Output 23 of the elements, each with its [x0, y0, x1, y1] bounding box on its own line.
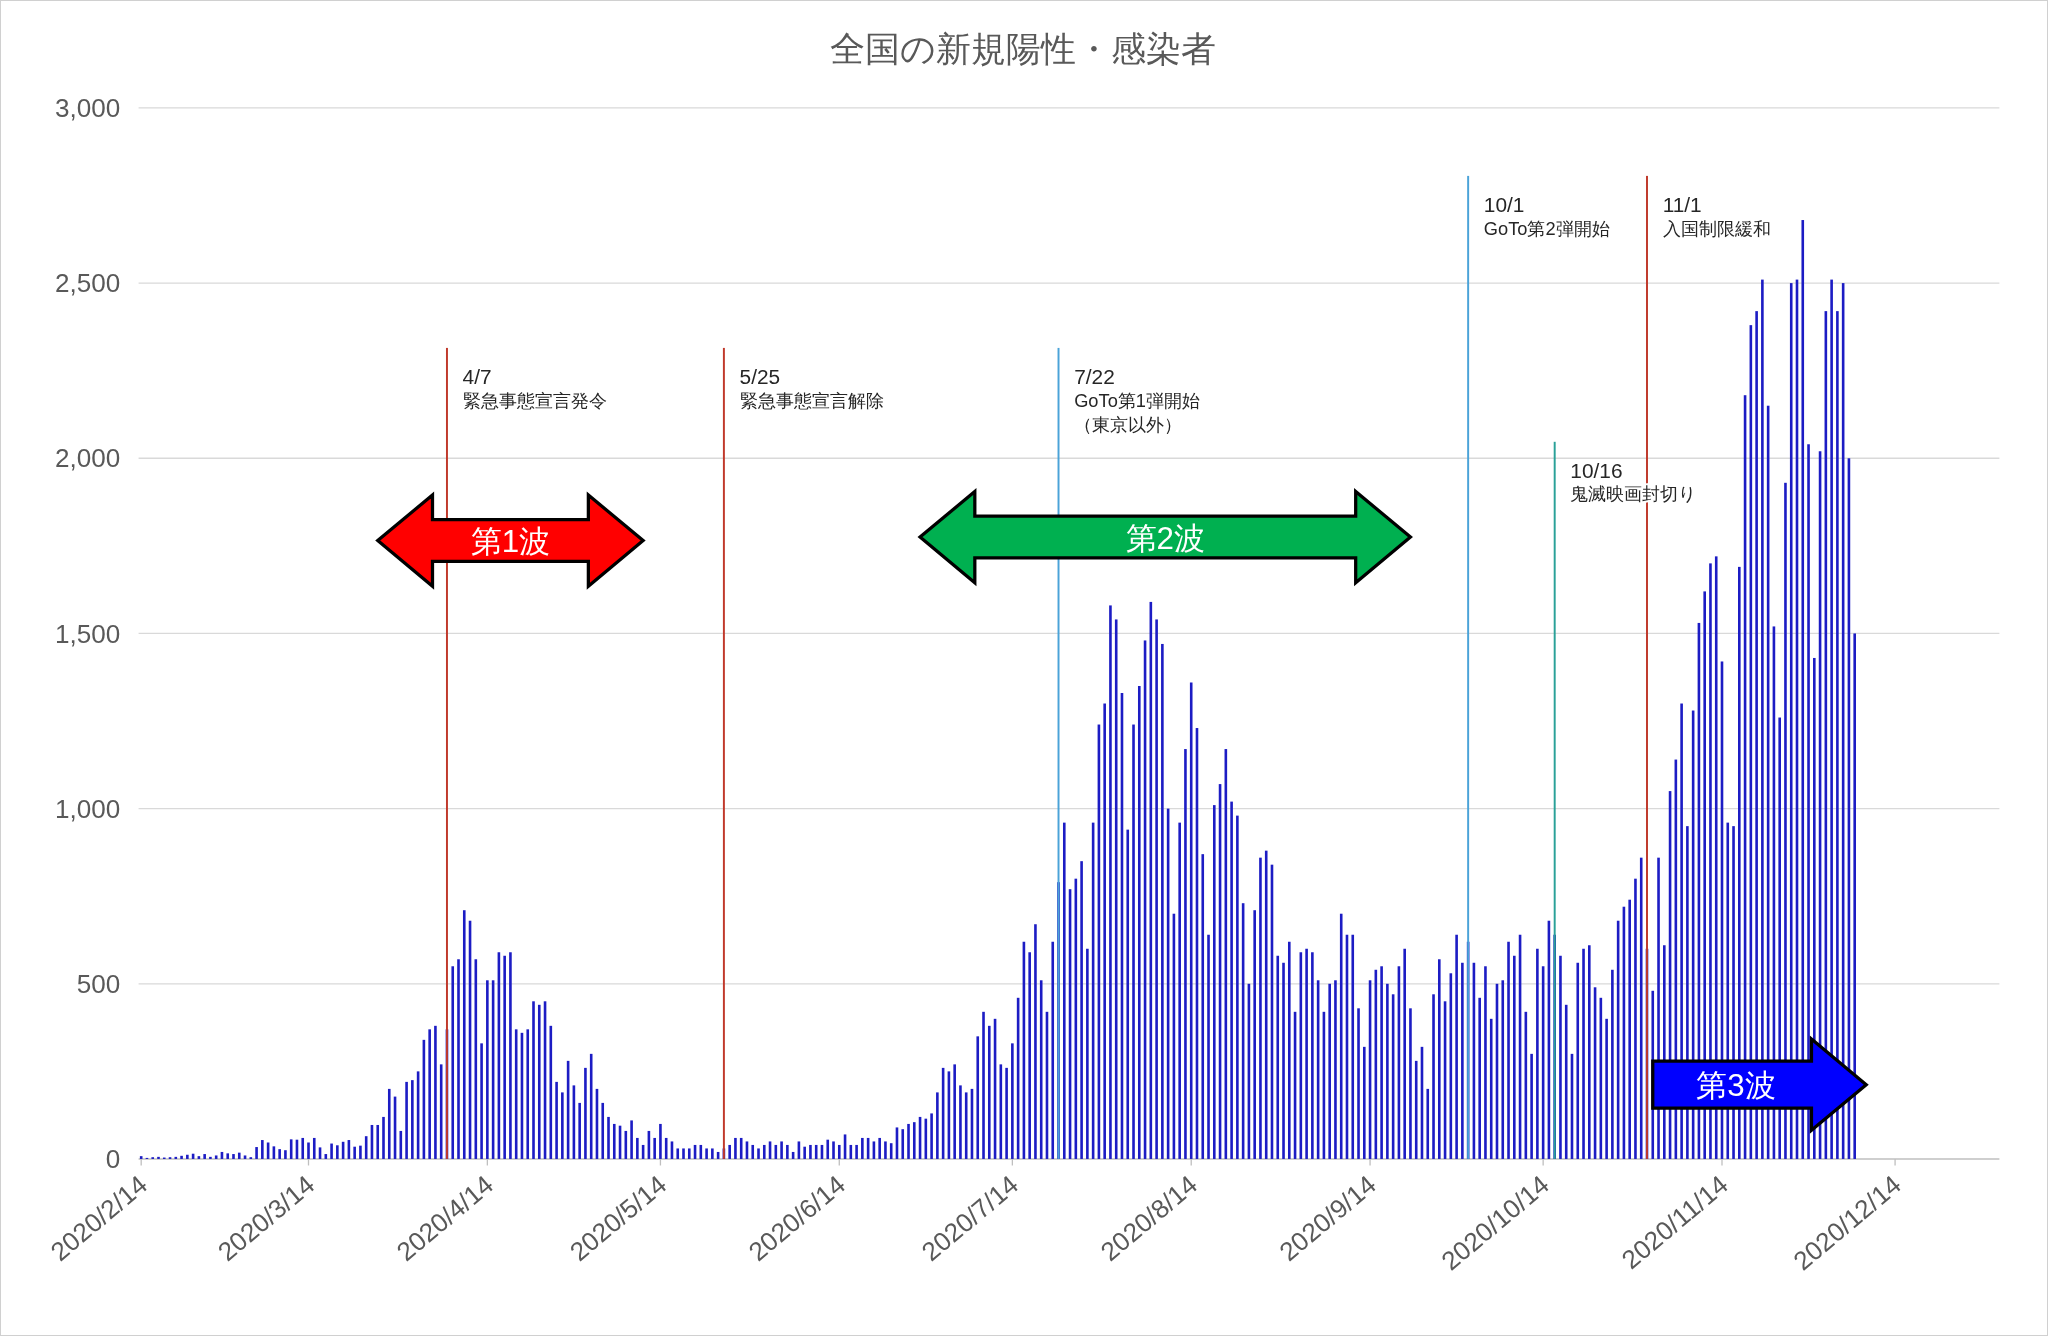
y-axis-label: 2,500	[55, 268, 121, 299]
y-axis-label: 3,000	[55, 93, 121, 124]
annotation-date: 7/22	[1074, 365, 1115, 389]
annotation-text: 緊急事態宣言発令	[462, 389, 607, 411]
annotation-date: 10/1	[1483, 193, 1525, 217]
y-axis-label: 500	[76, 968, 121, 999]
y-axis-label: 1,500	[55, 618, 121, 649]
y-axis-label: 0	[105, 1144, 121, 1175]
annotation-text: GoTo第1弾開始	[1074, 389, 1200, 411]
y-axis-label: 1,000	[55, 793, 121, 824]
annotation-text: （東京以外）	[1074, 414, 1183, 436]
wave-label: 第3波	[1696, 1068, 1776, 1104]
annotation-date: 11/1	[1662, 193, 1702, 217]
annotation-text: GoTo第2弾開始	[1483, 217, 1610, 239]
annotation-date: 10/16	[1570, 459, 1623, 483]
annotation-text: 緊急事態宣言解除	[739, 389, 884, 411]
y-axis-label: 2,000	[55, 443, 121, 474]
wave-label: 第2波	[1125, 520, 1205, 556]
annotation-date: 5/25	[739, 365, 781, 389]
chart-title: 全国の新規陽性・感染者	[829, 29, 1216, 68]
wave-label: 第1波	[470, 524, 551, 560]
annotation-date: 4/7	[462, 365, 492, 389]
annotation-text: 入国制限緩和	[1662, 217, 1771, 239]
